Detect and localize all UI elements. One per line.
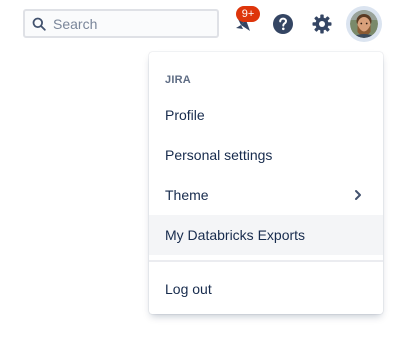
menu-item-profile[interactable]: Profile xyxy=(149,95,383,135)
menu-item-label: Personal settings xyxy=(165,147,273,163)
avatar xyxy=(350,10,378,38)
menu-section-heading: JIRA xyxy=(165,74,191,86)
app-root: 9+ xyxy=(0,0,404,339)
search-input[interactable] xyxy=(53,14,213,34)
question-circle-icon xyxy=(273,14,293,34)
profile-dropdown-menu: JIRA Profile Personal settings Theme My … xyxy=(149,52,383,314)
chevron-right-icon xyxy=(355,190,361,200)
menu-item-my-databricks-exports[interactable]: My Databricks Exports xyxy=(149,215,383,255)
menu-item-label: Theme xyxy=(165,187,209,203)
notification-count-badge: 9+ xyxy=(236,6,260,22)
help-button[interactable] xyxy=(269,10,297,38)
settings-button[interactable] xyxy=(308,10,336,38)
menu-divider xyxy=(149,260,383,262)
menu-item-log-out[interactable]: Log out xyxy=(149,269,383,309)
menu-item-label: Log out xyxy=(165,281,212,297)
menu-item-label: My Databricks Exports xyxy=(165,227,306,243)
menu-item-personal-settings[interactable]: Personal settings xyxy=(149,135,383,175)
search-icon xyxy=(32,17,46,31)
search-box[interactable] xyxy=(23,9,219,38)
gear-icon xyxy=(312,14,332,34)
menu-item-theme[interactable]: Theme xyxy=(149,175,383,215)
profile-button[interactable] xyxy=(346,6,382,42)
top-navigation-bar: 9+ xyxy=(0,0,404,48)
menu-item-label: Profile xyxy=(165,107,205,123)
